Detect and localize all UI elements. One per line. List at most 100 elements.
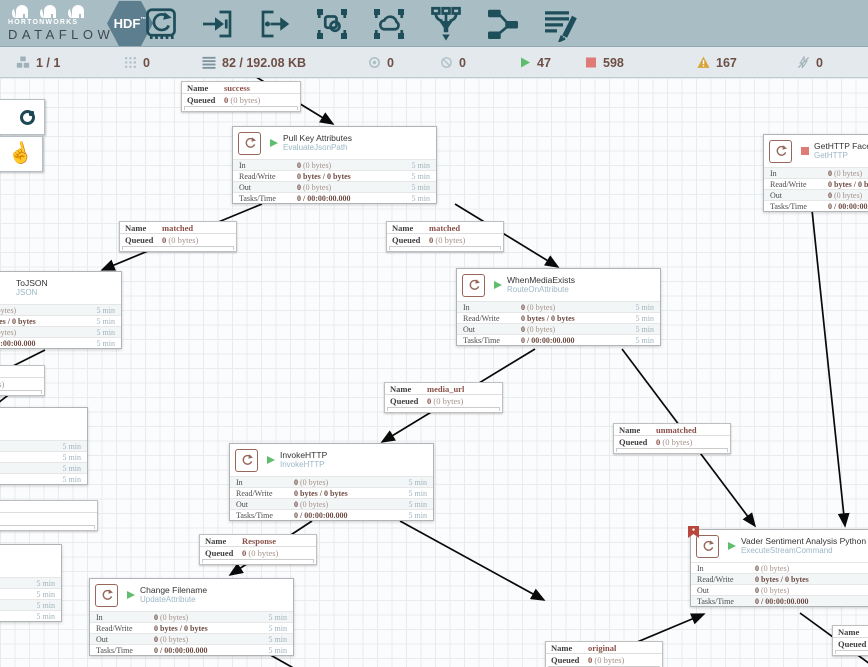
processor-pull-key-attributes[interactable]: Pull Key Attributes EvaluateJsonPath In 0 (… [232,126,437,204]
label-tool[interactable] [539,4,581,44]
processor-header: GetHTTP FacebookGetHTTP [764,135,868,167]
output-port-tool[interactable] [254,4,296,44]
stat-disabled: 0 [797,47,823,78]
stat-window: 5 min [96,316,115,326]
running-status-icon [127,591,135,599]
navigate-ring-icon [20,109,35,125]
processor-type: UpdateAttribute [140,595,196,605]
stat-row: Read/Write0 bytes / 0 bytes 5 min [230,487,433,498]
stat-label: In [697,563,704,573]
stat-stopped: 598 [585,47,624,78]
stat-window: 5 min [408,499,427,509]
stat-row: Read/Write0 bytes / 0 bytes 5 min [691,573,868,584]
queued-key: Queued [390,396,419,406]
stat-transmitting: 0 [368,47,394,78]
stat-row: 5 min [0,599,61,610]
connection-line[interactable] [811,209,850,528]
invalid-count: 167 [716,55,737,70]
stat-not-transmitting: 0 [440,47,466,78]
connection-label-matched-left[interactable]: Name matched Queued 0 (0 bytes) [119,221,237,252]
connection-name-row: Name [0,501,97,513]
running-status-icon [728,542,736,550]
stat-window: 5 min [635,335,654,345]
stat-row: 5 min [0,577,61,588]
stat-label: In [463,302,470,312]
stat-value: 0 (0 bytes) [755,563,790,573]
stat-label: Tasks/Time [697,596,734,606]
processor-vader-sentiment[interactable]: Vader Sentiment Analysis Python ExecuteSt… [688,526,868,607]
stat-ports: 0 [124,47,150,78]
flow-canvas[interactable]: Name success Queued 0 (0 bytes) Name matched Q… [0,78,868,667]
name-value: matched [162,222,194,233]
connection-queued-row: Queued 0 (0 bytes) [200,547,316,559]
processor-change-filename[interactable]: Change Filename UpdateAttribute In 0 (0 byt… [89,578,294,656]
stat-row: Out0 (0 bytes)5 min [764,189,868,200]
name-key: Name [125,222,147,233]
stat-row: 5 min [0,473,87,484]
running-status-icon [267,456,275,464]
stat-row: Tasks/Time0 / 00:00:00.000 5 min [764,200,868,211]
funnel-tool[interactable] [425,4,467,44]
processor-whenmediaexists[interactable]: WhenMediaExists RouteOnAttribute In 0 (0 by… [456,268,661,346]
processor-partial-left-b[interactable]: 5 min 5 min 5 min 5 min [0,544,62,622]
connection-label-matched-center[interactable]: Name matched Queued 0 (0 bytes) [386,221,504,252]
queued-value: 0 (0 bytes) [162,235,199,245]
comment-flag-icon [688,526,699,538]
stat-row: In 0 (0 bytes) 5 min [90,611,293,622]
processor-title: InvokeHTTP [280,449,328,460]
stat-row: Tasks/Time0 / 00:00:00.000 5 min [457,334,660,345]
processor-gethttp-facebook[interactable]: GetHTTP FacebookGetHTTPIn0 (0 bytes)5 mi… [763,134,868,212]
processor-partial-left-a[interactable]: 5 min 5 min 5 min 5 min [0,407,88,485]
stat-row: Out0 (0 bytes)5 min [0,326,121,337]
pan-tool[interactable]: ☝ [0,136,43,172]
queue-size-bar [202,559,314,563]
disabled-icon [797,56,810,69]
connection-label-media-url[interactable]: Name media_url Queued 0 (0 bytes) [384,382,503,413]
name-value: Response [242,535,277,546]
stat-window: 5 min [36,589,55,599]
connection-label-original-right[interactable]: NameoriginalQueued0 (0 bytes) [832,625,868,656]
stat-label: Out [770,190,782,200]
connection-label-partial-left-2[interactable]: NameQueued [0,500,98,531]
stat-window: 5 min [408,510,427,520]
stat-window: 5 min [635,313,654,323]
not-transmitting-icon [441,57,452,68]
processor-tool[interactable] [140,4,182,44]
process-group-tool[interactable] [311,4,353,44]
connection-label-original-center[interactable]: Name original Queued 0 (0 bytes) [545,641,663,667]
queued-value: 0 (0 bytes) [656,437,693,447]
stat-row: Read/Write0 bytes / 0 bytes 5 min [457,312,660,323]
connection-line[interactable] [399,520,546,601]
processor-header [0,408,87,440]
stat-window: 5 min [62,463,81,473]
template-tool[interactable] [482,4,524,44]
queue-size-bar [0,390,42,394]
processor-tojson[interactable]: ToJSONJSONIn0 (0 bytes)5 minRead/Write0 … [0,271,122,349]
queued-value: 0 (0 bytes) [427,396,464,406]
component-toolbar [140,0,581,47]
stat-value: 0 / 00:00:00.000 [828,201,868,211]
stat-window: 5 min [408,477,427,487]
stat-value: 0 (0 bytes) [521,324,556,334]
queue-size-bar [835,650,868,654]
processor-invokehttp[interactable]: InvokeHTTP InvokeHTTP In 0 (0 bytes) 5 min Re… [229,443,434,521]
input-port-tool[interactable] [197,4,239,44]
stat-value: 0 bytes / 0 bytes [0,316,36,326]
stat-value: 0 bytes / 0 bytes [755,574,809,584]
connection-label-response[interactable]: Name Response Queued 0 (0 bytes) [199,534,317,565]
stat-value: 0 / 00:00:00.000 [0,338,36,348]
connection-label-unmatched[interactable]: Name unmatched Queued 0 (0 bytes) [613,423,731,454]
connection-name-row: Name unmatched [614,424,730,436]
navigate-tool[interactable] [0,99,45,135]
connection-line[interactable] [12,349,46,367]
connection-name-row: Name original [546,642,662,654]
stat-row: Read/Write0 bytes / 0 bytes 5 min [90,622,293,633]
remote-process-group-tool[interactable] [368,4,410,44]
connection-queued-row: Queued 0 (0 bytes) [182,94,300,106]
connection-label-partial-left-1[interactable]: NameQueued0 (0 bytes) [0,365,45,396]
stat-window: 5 min [408,488,427,498]
connection-label-success[interactable]: Name success Queued 0 (0 bytes) [181,81,301,112]
name-value: original [588,642,617,653]
queue-size-bar [0,525,95,529]
processor-icon [238,131,261,155]
